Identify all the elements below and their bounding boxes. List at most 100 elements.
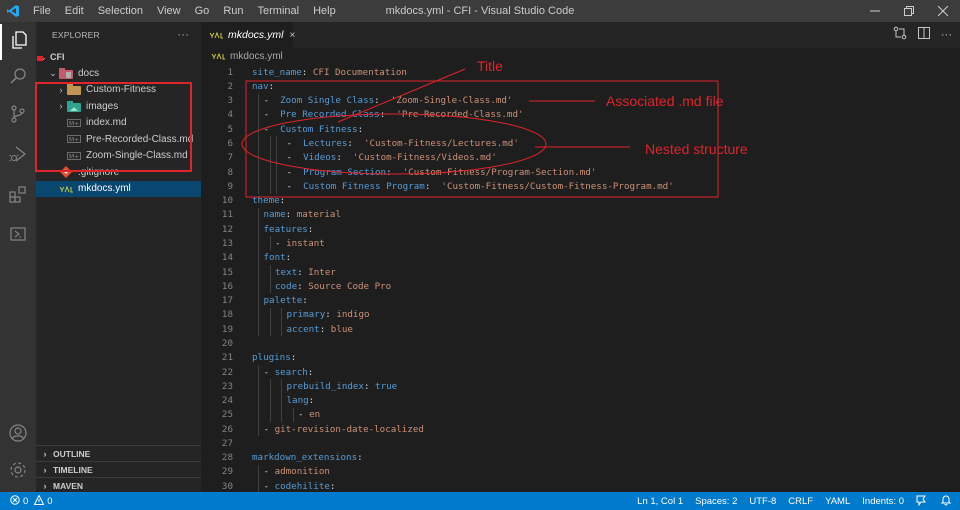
close-window-button[interactable] [926,0,960,22]
code-line[interactable]: 4 - Pre Recorded Class: 'Pre-Recorded-Cla… [201,108,960,122]
tree-item-index-md[interactable]: M+ index.md [36,115,201,132]
restore-button[interactable] [892,0,926,22]
menu-edit[interactable]: Edit [58,0,91,22]
encoding-status[interactable]: UTF-8 [749,496,776,507]
warning-icon[interactable] [33,493,45,508]
manage-activity-button[interactable] [0,454,36,490]
indent-guide [269,379,271,422]
tree-item-gitignore[interactable]: .gitignore [36,164,201,181]
yaml-separator: : [268,80,275,92]
yaml-separator: : [363,380,376,392]
indents-status[interactable]: Indents: 0 [862,496,904,507]
code-line[interactable]: 27 [201,436,960,450]
code-line[interactable]: 1 site_name: CFI Documentation [201,65,960,79]
cursor-position[interactable]: Ln 1, Col 1 [637,496,683,507]
annotation-title: Title [477,58,503,74]
code-line[interactable]: 29 - admonition [201,465,960,479]
code-line[interactable]: 20 [201,336,960,350]
menu-file[interactable]: File [26,0,58,22]
code-line[interactable]: 11 name: material [201,208,960,222]
code-line[interactable]: 2 nav: [201,79,960,93]
tree-item-docs[interactable]: ⌄ docs [36,65,201,82]
code-line[interactable]: 15 text: Inter [201,265,960,279]
menu-view[interactable]: View [150,0,188,22]
code-line[interactable]: 21 plugins: [201,351,960,365]
yaml-value: Inter [308,266,336,278]
yaml-value: 'Zoom-Single-Class.md' [390,95,513,107]
code-line[interactable]: 6 - Lectures: 'Custom-Fitness/Lectures.md… [201,136,960,150]
code-line[interactable]: 16 code: Source Code Pro [201,279,960,293]
warning-count[interactable]: 0 [47,496,52,507]
tree-item-images[interactable]: › images [36,98,201,115]
accounts-activity-button[interactable] [0,417,36,453]
markdown-icon: M+ [66,150,82,162]
split-editor-button[interactable] [917,26,931,45]
search-activity-button[interactable] [0,60,36,96]
run-debug-activity-button[interactable] [0,138,36,174]
code-line[interactable]: 3 - Zoom Single Class: 'Zoom-Single-Class… [201,94,960,108]
code-line[interactable]: 17 palette: [201,293,960,307]
indentation-status[interactable]: Spaces: 2 [695,496,737,507]
code-line[interactable]: 8 - Program Section: 'Custom-Fitness/Prog… [201,165,960,179]
eol-status[interactable]: CRLF [788,496,813,507]
code-line[interactable]: 28 markdown_extensions: [201,451,960,465]
code-editor[interactable]: 1 site_name: CFI Documentation 2 nav: 3 - Zoo… [201,64,960,494]
yaml-dash: - [298,409,310,421]
code-line[interactable]: 12 features: [201,222,960,236]
code-line[interactable]: 19 accent: blue [201,322,960,336]
remote-explorer-activity-button[interactable] [0,218,36,254]
extensions-activity-button[interactable] [0,178,36,214]
tree-label: Pre-Recorded-Class.md [86,133,194,145]
menu-bar: File Edit Selection View Go Run Terminal… [26,0,343,22]
timeline-section-header[interactable]: › TIMELINE [36,461,201,477]
tree-item-mkdocs-yml[interactable]: mkdocs.yml [36,180,201,197]
code-line[interactable]: 13 - instant [201,236,960,250]
menu-selection[interactable]: Selection [91,0,150,22]
line-number: 17 [221,295,233,307]
code-line[interactable]: 25 - en [201,408,960,422]
feedback-icon[interactable] [916,494,928,509]
tree-label: images [86,100,119,112]
minimize-button[interactable] [858,0,892,22]
error-count[interactable]: 0 [23,496,28,507]
indent-guide [269,236,271,251]
explorer-more-button[interactable]: ··· [177,29,189,41]
code-line[interactable]: 18 primary: indigo [201,308,960,322]
code-line[interactable]: 10 theme: [201,194,960,208]
breadcrumb-file[interactable]: mkdocs.yml [230,51,283,62]
close-tab-button[interactable]: × [289,30,295,41]
code-line[interactable]: 7 - Videos: 'Custom-Fitness/Videos.md' [201,151,960,165]
code-line[interactable]: 24 lang: [201,393,960,407]
section-label: OUTLINE [53,448,91,459]
code-line[interactable]: 14 font: [201,251,960,265]
language-mode[interactable]: YAML [825,496,850,507]
yaml-separator: : [379,109,397,121]
source-control-activity-button[interactable] [0,98,36,134]
errors-icon[interactable] [10,494,20,508]
menu-help[interactable]: Help [306,0,343,22]
menu-go[interactable]: Go [188,0,217,22]
code-line[interactable]: 22 - search: [201,365,960,379]
more-actions-button[interactable]: ··· [941,29,952,41]
code-line[interactable]: 9 - Custom Fitness Program: 'Custom-Fitne… [201,179,960,193]
menu-run[interactable]: Run [216,0,250,22]
open-changes-button[interactable] [893,26,907,45]
code-line[interactable]: 26 - git-revision-date-localized [201,422,960,436]
tree-root-cfi[interactable]: ⌄ CFI [36,49,201,65]
menu-terminal[interactable]: Terminal [251,0,307,22]
editor-area: mkdocs.yml × ··· mkdocs.yml 1 site_name: … [201,22,960,494]
tree-item-zoom-single-class-md[interactable]: M+ Zoom-Single-Class.md [36,148,201,165]
tree-item-pre-recorded-class-md[interactable]: M+ Pre-Recorded-Class.md [36,131,201,148]
yaml-separator: : [357,123,364,135]
tab-mkdocs-yml[interactable]: mkdocs.yml × [201,22,295,48]
yaml-key: code [275,280,298,292]
code-line[interactable]: 23 prebuild_index: true [201,379,960,393]
yaml-value: instant [286,238,325,249]
line-number: 27 [221,437,233,449]
bell-icon[interactable] [940,494,952,509]
maven-section-header[interactable]: › MAVEN [36,477,201,493]
tree-item-custom-fitness[interactable]: › Custom-Fitness [36,82,201,99]
outline-section-header[interactable]: › OUTLINE [36,445,201,461]
code-line[interactable]: 5 - Custom Fitness: [201,122,960,136]
explorer-activity-button[interactable] [0,24,36,60]
